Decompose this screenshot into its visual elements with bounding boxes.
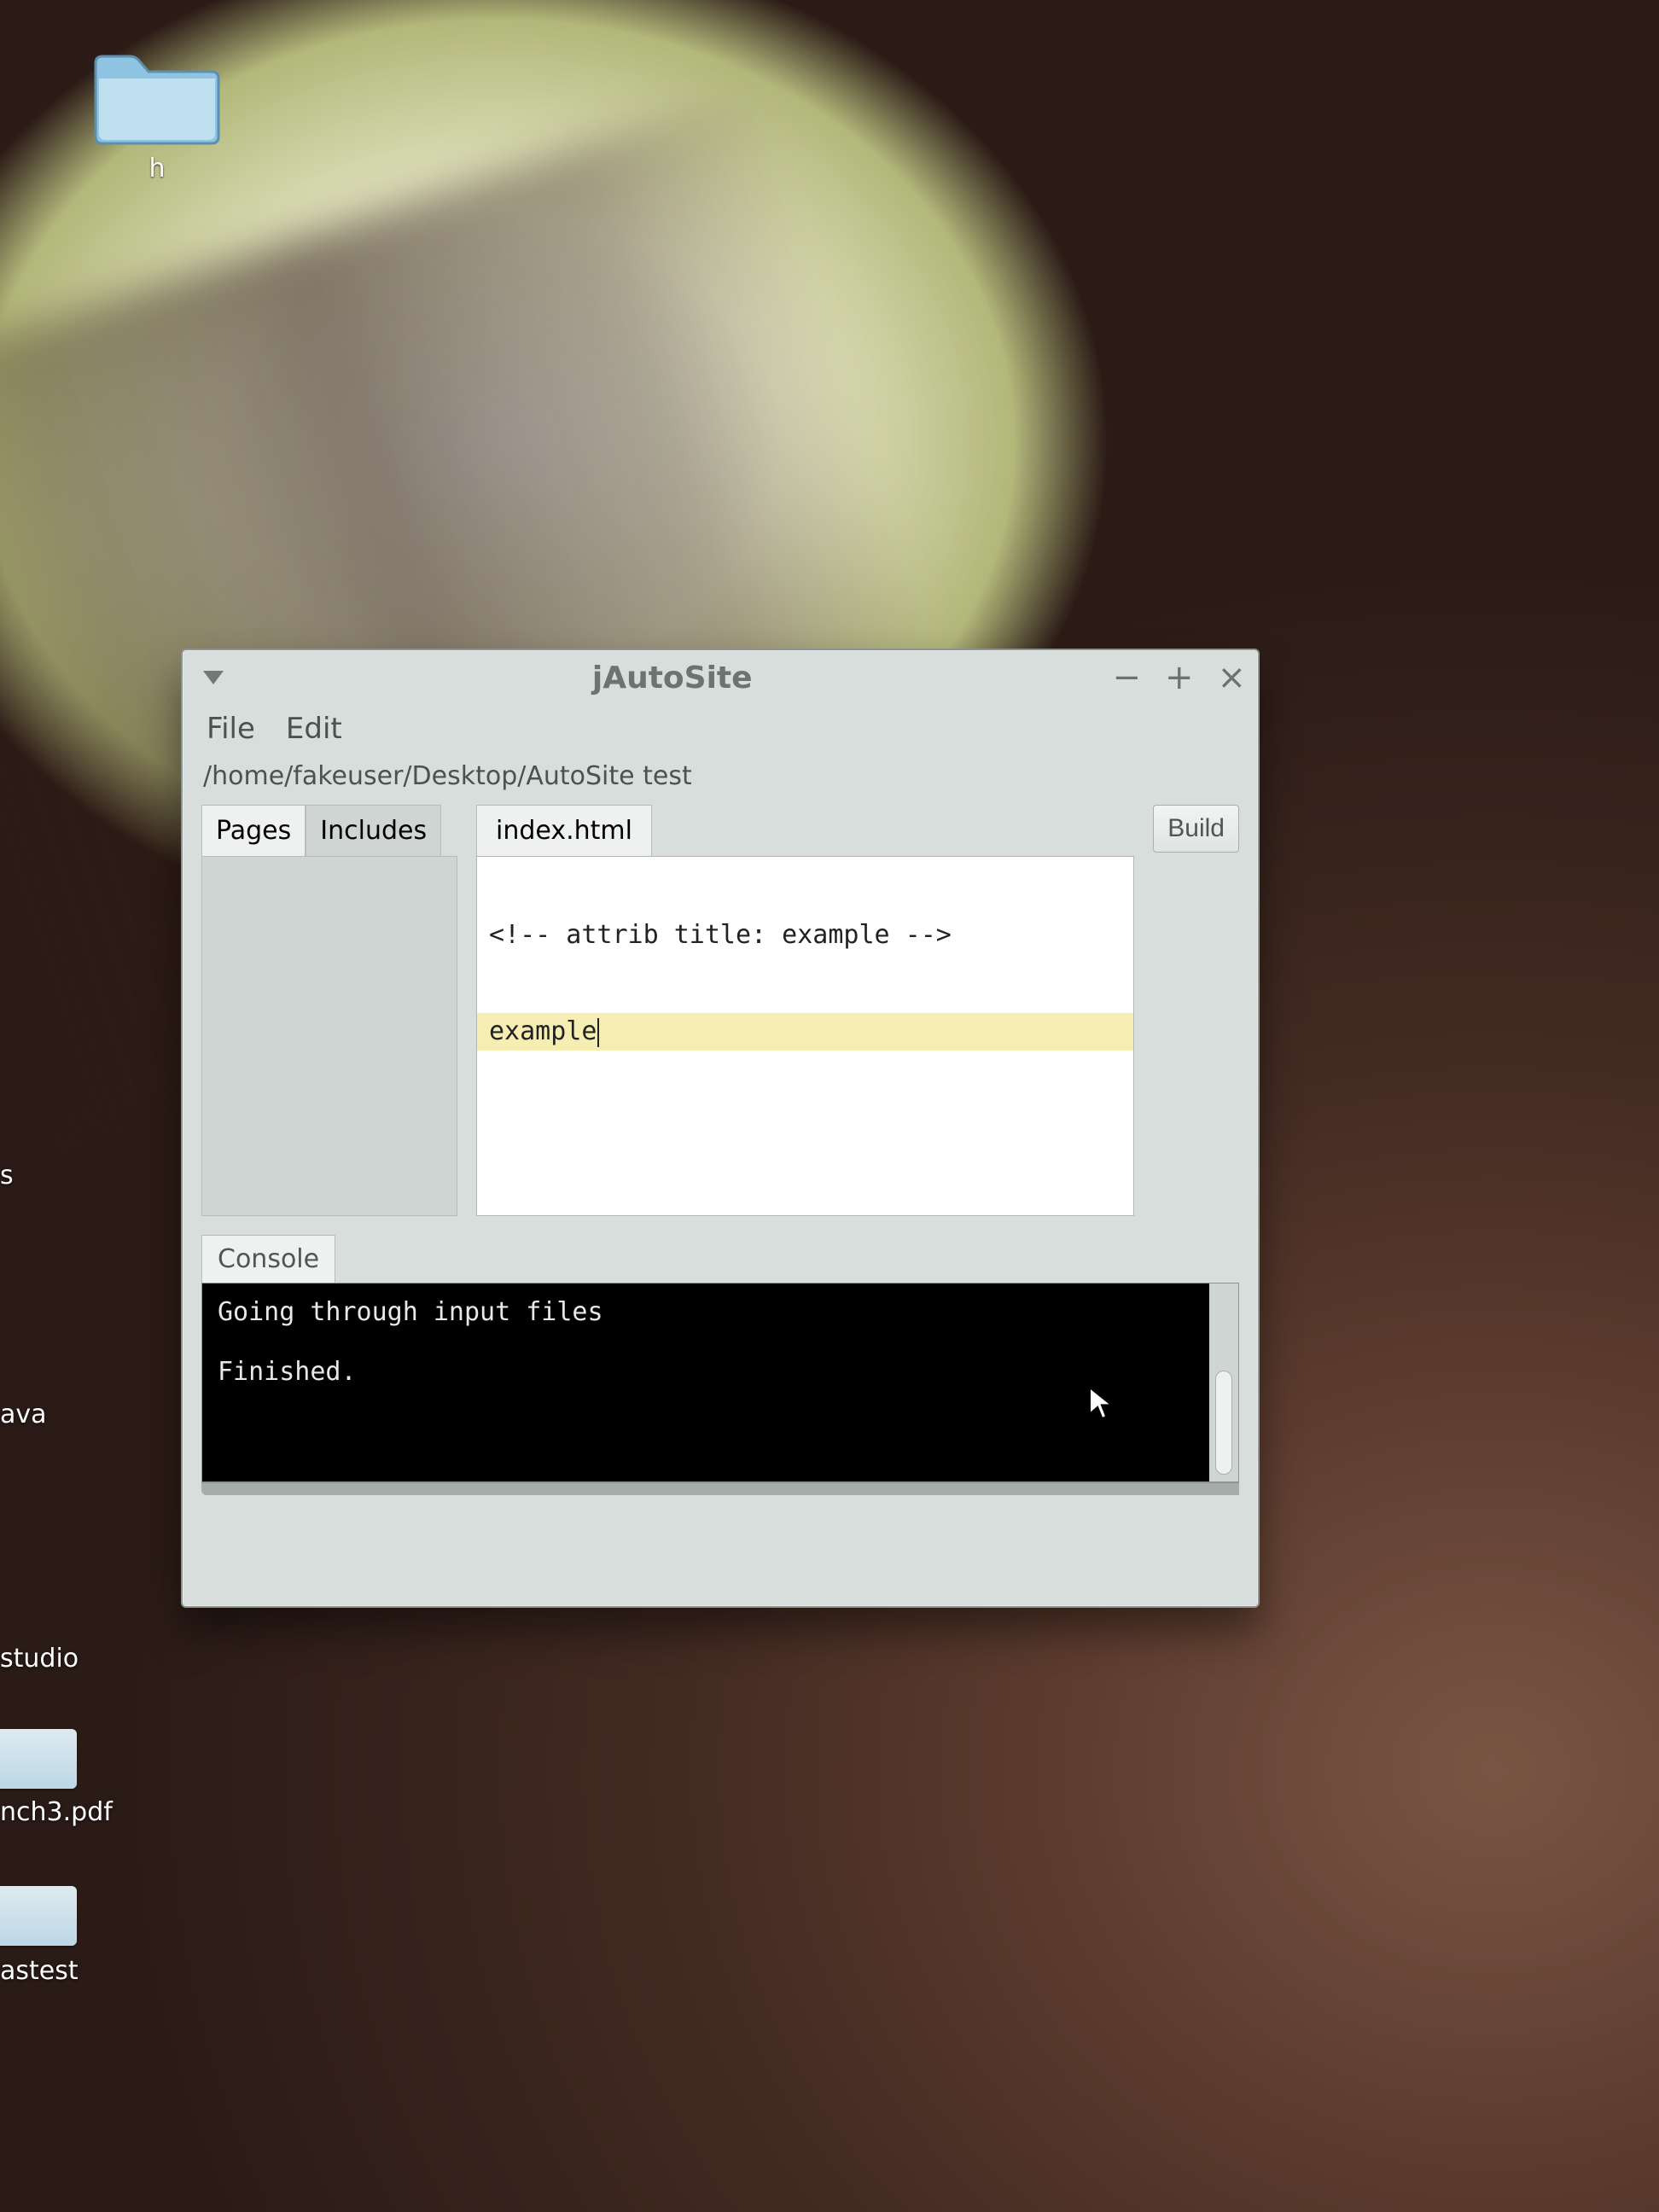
desktop-folder-thumb[interactable] xyxy=(0,1886,77,1946)
desktop-file-thumb[interactable] xyxy=(0,1729,77,1789)
console-resize-handle[interactable] xyxy=(201,1482,1239,1495)
text-caret xyxy=(597,1018,599,1047)
build-button[interactable]: Build xyxy=(1153,805,1239,853)
desktop-label-astest[interactable]: astest xyxy=(0,1956,79,1986)
desktop-label-partial-s[interactable]: s xyxy=(0,1161,14,1190)
scrollbar-thumb[interactable] xyxy=(1215,1371,1232,1475)
tab-file[interactable]: index.html xyxy=(476,805,652,856)
menu-file[interactable]: File xyxy=(203,710,259,748)
desktop-label-studio[interactable]: studio xyxy=(0,1644,79,1674)
maximize-button[interactable]: + xyxy=(1165,661,1194,695)
tab-console[interactable]: Console xyxy=(201,1235,335,1283)
document-tabs: index.html xyxy=(476,805,1134,856)
console-section: Console Going through input files Finish… xyxy=(201,1235,1239,1495)
menubar: File Edit xyxy=(183,705,1258,756)
editor-line: <!-- attrib title: example --> xyxy=(477,917,1133,953)
build-column: Build xyxy=(1153,805,1239,853)
window-controls: − + × xyxy=(1112,661,1246,695)
editor-column: index.html <!-- attrib title: example --… xyxy=(476,805,1134,1216)
desktop-folder-label: h xyxy=(72,154,242,183)
menu-edit[interactable]: Edit xyxy=(282,710,346,748)
editor-current-line: example xyxy=(477,1013,1133,1051)
minimize-button[interactable]: − xyxy=(1112,661,1141,695)
code-editor[interactable]: <!-- attrib title: example --> example xyxy=(476,856,1134,1216)
close-button[interactable]: × xyxy=(1217,661,1246,695)
mouse-cursor-icon xyxy=(1087,1384,1115,1422)
desktop-label-pdf[interactable]: nch3.pdf xyxy=(0,1797,113,1827)
window-title: jAutoSite xyxy=(232,661,1112,696)
desktop: h s ava studio nch3.pdf astest jAutoSite… xyxy=(0,0,1659,2212)
window-menu-dropdown-icon[interactable] xyxy=(203,671,224,684)
desktop-folder[interactable]: h xyxy=(72,44,242,183)
tab-includes[interactable]: Includes xyxy=(306,805,441,856)
project-path: /home/fakeuser/Desktop/AutoSite test xyxy=(183,756,1258,805)
side-column: Pages Includes xyxy=(201,805,457,1216)
titlebar[interactable]: jAutoSite − + × xyxy=(183,650,1258,705)
app-window: jAutoSite − + × File Edit /home/fakeuser… xyxy=(181,649,1260,1608)
folder-icon xyxy=(89,44,225,147)
console-wrap: Going through input files Finished. xyxy=(201,1283,1239,1482)
desktop-label-partial-ava[interactable]: ava xyxy=(0,1400,47,1429)
console-scrollbar[interactable] xyxy=(1209,1284,1238,1481)
console-output[interactable]: Going through input files Finished. xyxy=(202,1284,1209,1481)
side-tabs: Pages Includes xyxy=(201,805,457,856)
side-panel[interactable] xyxy=(201,856,457,1216)
content-area: Pages Includes index.html <!-- attrib ti… xyxy=(183,805,1258,1216)
tab-pages[interactable]: Pages xyxy=(201,805,306,856)
